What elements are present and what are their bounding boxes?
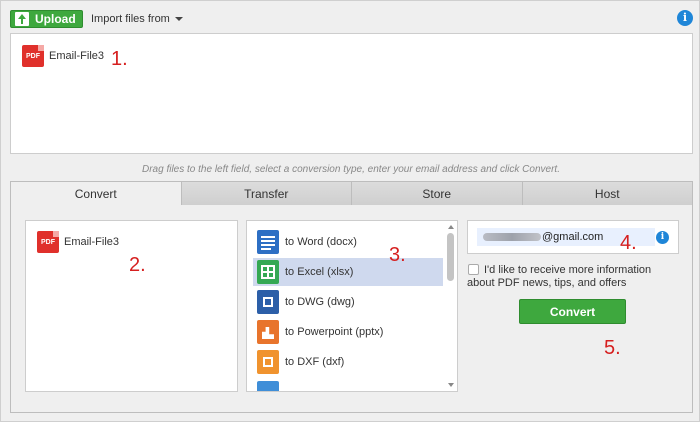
- import-label: Import files from: [91, 13, 170, 25]
- app-frame: Upload Import files from i PDF Email-Fil…: [0, 0, 700, 422]
- import-files-dropdown[interactable]: Import files from: [91, 13, 183, 25]
- newsletter-label-line2: about PDF news, tips, and offers: [467, 277, 627, 289]
- convert-button[interactable]: Convert: [519, 299, 626, 324]
- email-info-icon[interactable]: i: [656, 231, 669, 244]
- annotation-1: 1.: [111, 48, 128, 70]
- redacted-email-local-part: [483, 233, 541, 241]
- upload-button[interactable]: Upload: [10, 10, 83, 28]
- conversion-excel[interactable]: to Excel (xlsx): [253, 258, 443, 286]
- tab-store[interactable]: Store: [352, 181, 523, 206]
- excel-icon: [257, 260, 279, 284]
- conversion-type-list[interactable]: to Word (docx) to Excel (xlsx) to DWG (d…: [246, 220, 458, 392]
- annotation-4: 4.: [620, 232, 637, 254]
- uploaded-file-name: Email-File3: [49, 50, 105, 62]
- conversion-dxf[interactable]: to DXF (dxf): [253, 348, 443, 376]
- dwg-icon: [257, 290, 279, 314]
- annotation-5: 5.: [604, 337, 621, 359]
- instruction-hint: Drag files to the left field, select a c…: [142, 164, 560, 175]
- selected-file-name: Email-File3: [64, 236, 120, 248]
- pdf-file-icon: PDF: [22, 45, 44, 67]
- next-format-icon: [257, 381, 279, 391]
- newsletter-label: I'd like to receive more information: [484, 264, 652, 276]
- info-icon[interactable]: i: [677, 10, 693, 26]
- dxf-icon: [257, 350, 279, 374]
- scroll-thumb[interactable]: [447, 233, 454, 281]
- annotation-3: 3.: [389, 244, 406, 266]
- selected-file[interactable]: PDF Email-File3: [37, 231, 119, 253]
- newsletter-checkbox[interactable]: [468, 264, 479, 275]
- conversion-word[interactable]: to Word (docx): [253, 228, 443, 256]
- upload-label: Upload: [35, 12, 76, 26]
- tab-convert[interactable]: Convert: [10, 181, 182, 206]
- scroll-down-icon[interactable]: [448, 383, 454, 387]
- word-icon: [257, 230, 279, 254]
- conversion-list-scrollbar[interactable]: [445, 221, 457, 391]
- annotation-2: 2.: [129, 254, 146, 276]
- scroll-up-icon[interactable]: [448, 225, 454, 229]
- tab-host[interactable]: Host: [522, 181, 693, 206]
- caret-down-icon: [174, 17, 183, 21]
- tab-bar: Convert Transfer Store Host: [10, 181, 693, 206]
- conversion-powerpoint[interactable]: to Powerpoint (pptx): [253, 318, 443, 346]
- pdf-file-icon: PDF: [37, 231, 59, 253]
- upload-arrow-icon: [15, 12, 29, 26]
- uploaded-file[interactable]: PDF Email-File3: [22, 45, 104, 67]
- powerpoint-icon: [257, 320, 279, 344]
- email-box: @gmail.com i: [467, 220, 679, 254]
- tab-transfer[interactable]: Transfer: [181, 181, 352, 206]
- conversion-dwg[interactable]: to DWG (dwg): [253, 288, 443, 316]
